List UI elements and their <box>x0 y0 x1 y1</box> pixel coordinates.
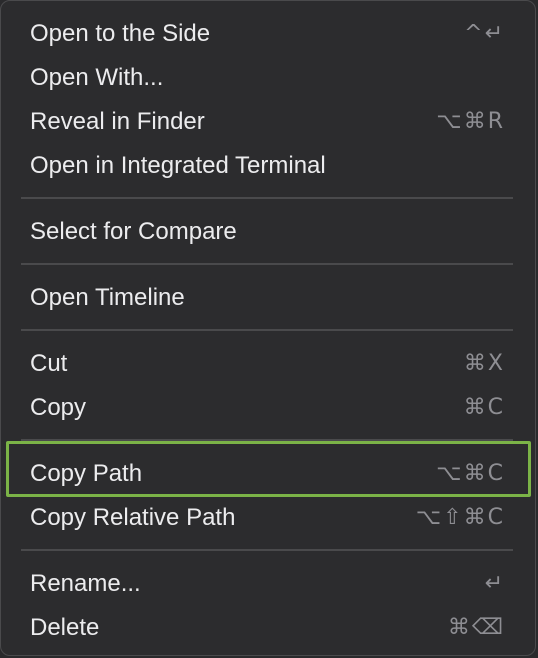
menu-item-label: Copy Relative Path <box>30 504 236 531</box>
menu-item-delete[interactable]: Delete ⌘ ⌫ <box>1 606 537 650</box>
context-menu: Open to the Side ^ ↵ Open With... Reveal… <box>0 0 536 656</box>
return-key-icon: ↵ <box>484 21 503 46</box>
return-key-icon: ↵ <box>484 571 503 596</box>
option-key-icon: ⌥ <box>415 505 442 530</box>
menu-item-label: Delete <box>30 614 100 641</box>
menu-item-rename[interactable]: Rename... ↵ <box>1 562 537 606</box>
shortcut-hint: ⌘ ⌫ <box>448 606 503 650</box>
shortcut-hint: ↵ <box>485 562 503 606</box>
command-key-icon: ⌘ <box>463 109 486 134</box>
menu-separator <box>21 197 513 199</box>
menu-item-label: Reveal in Finder <box>30 108 205 135</box>
menu-item-label: Open Timeline <box>30 284 185 311</box>
delete-key-icon: ⌫ <box>471 615 503 640</box>
command-key-icon: ⌘ <box>463 505 486 530</box>
command-key-icon: ⌘ <box>447 615 470 640</box>
command-key-icon: ⌘ <box>463 395 486 420</box>
shortcut-hint: ⌥ ⌘ R <box>436 100 503 144</box>
key-c: C <box>487 395 503 420</box>
menu-item-copy[interactable]: Copy ⌘ C <box>1 386 537 430</box>
control-key-icon: ^ <box>464 21 483 46</box>
menu-item-label: Open in Integrated Terminal <box>30 152 326 179</box>
shortcut-hint: ⌥ ⇧ ⌘ C <box>416 496 503 540</box>
menu-item-copy-relative-path[interactable]: Copy Relative Path ⌥ ⇧ ⌘ C <box>1 496 537 540</box>
menu-separator <box>21 263 513 265</box>
menu-item-open-in-integrated-terminal[interactable]: Open in Integrated Terminal <box>1 144 537 188</box>
shortcut-hint: ⌘ C <box>464 386 503 430</box>
menu-separator <box>21 329 513 331</box>
menu-item-label: Cut <box>30 350 68 377</box>
menu-item-reveal-in-finder[interactable]: Reveal in Finder ⌥ ⌘ R <box>1 100 537 144</box>
menu-item-label: Open to the Side <box>30 20 211 47</box>
menu-item-label: Rename... <box>30 570 141 597</box>
menu-item-open-to-the-side[interactable]: Open to the Side ^ ↵ <box>1 12 537 56</box>
key-x: X <box>487 351 503 376</box>
command-key-icon: ⌘ <box>463 351 486 376</box>
menu-separator <box>21 549 513 551</box>
menu-item-label: Copy <box>30 394 87 421</box>
menu-item-label: Select for Compare <box>30 218 237 245</box>
shortcut-hint: ^ ↵ <box>464 12 503 56</box>
shift-key-icon: ⇧ <box>443 505 462 530</box>
menu-item-open-timeline[interactable]: Open Timeline <box>1 276 537 320</box>
menu-item-cut[interactable]: Cut ⌘ X <box>1 342 537 386</box>
copy-path-highlight-box <box>6 441 531 497</box>
key-c: C <box>487 505 503 530</box>
shortcut-hint: ⌘ X <box>464 342 503 386</box>
menu-item-label: Open With... <box>30 64 164 91</box>
key-r: R <box>487 109 503 134</box>
option-key-icon: ⌥ <box>436 109 462 134</box>
menu-item-select-for-compare[interactable]: Select for Compare <box>1 210 537 254</box>
menu-item-open-with[interactable]: Open With... <box>1 56 537 100</box>
